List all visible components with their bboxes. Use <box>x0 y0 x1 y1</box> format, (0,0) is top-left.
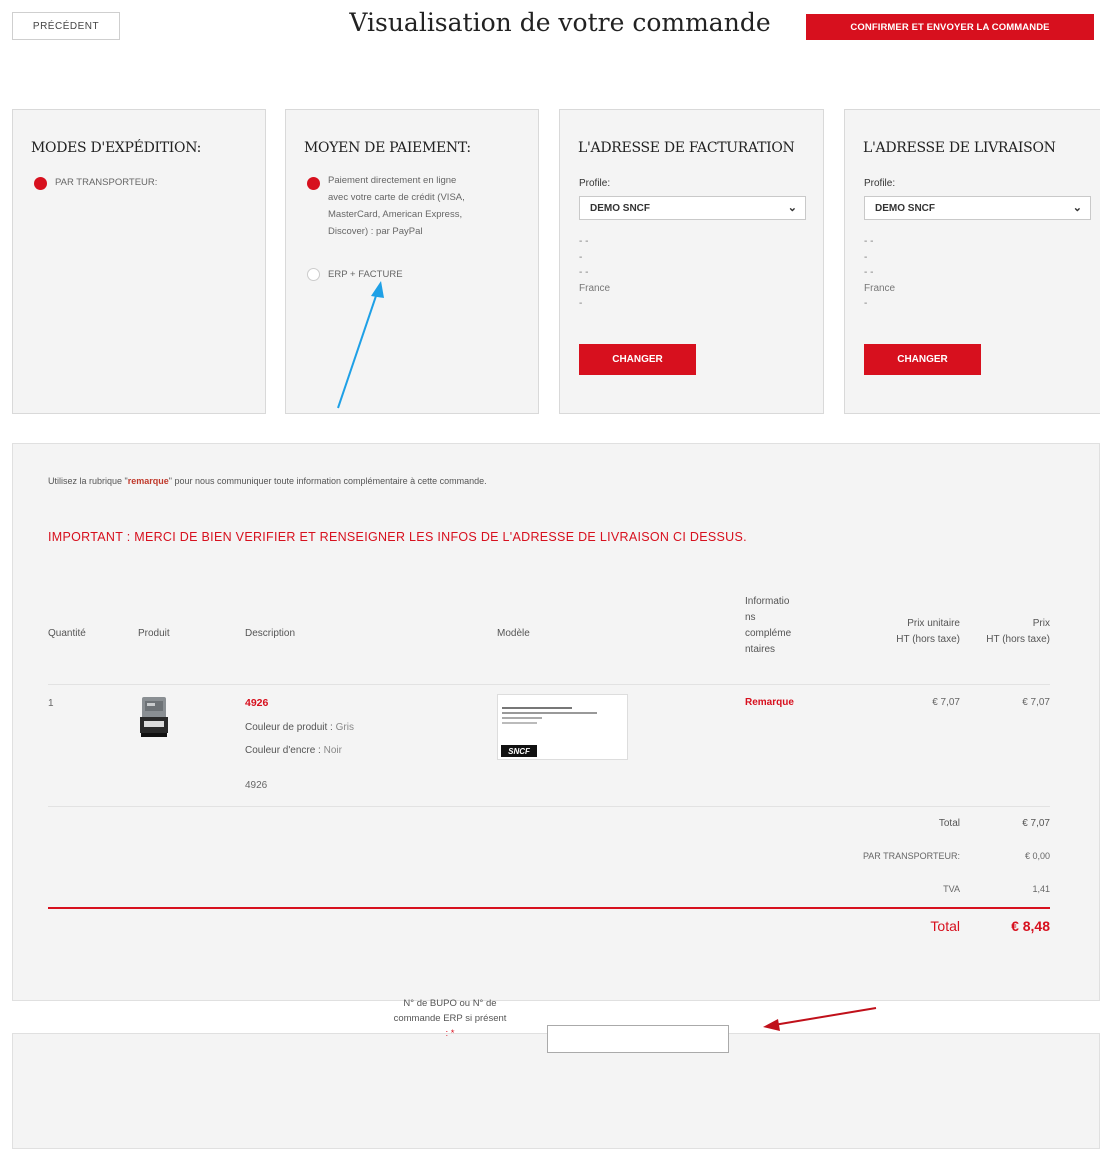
annotation-arrows <box>337 281 877 1031</box>
red-arrow-icon <box>763 1007 877 1031</box>
blue-arrow-icon <box>337 281 384 409</box>
